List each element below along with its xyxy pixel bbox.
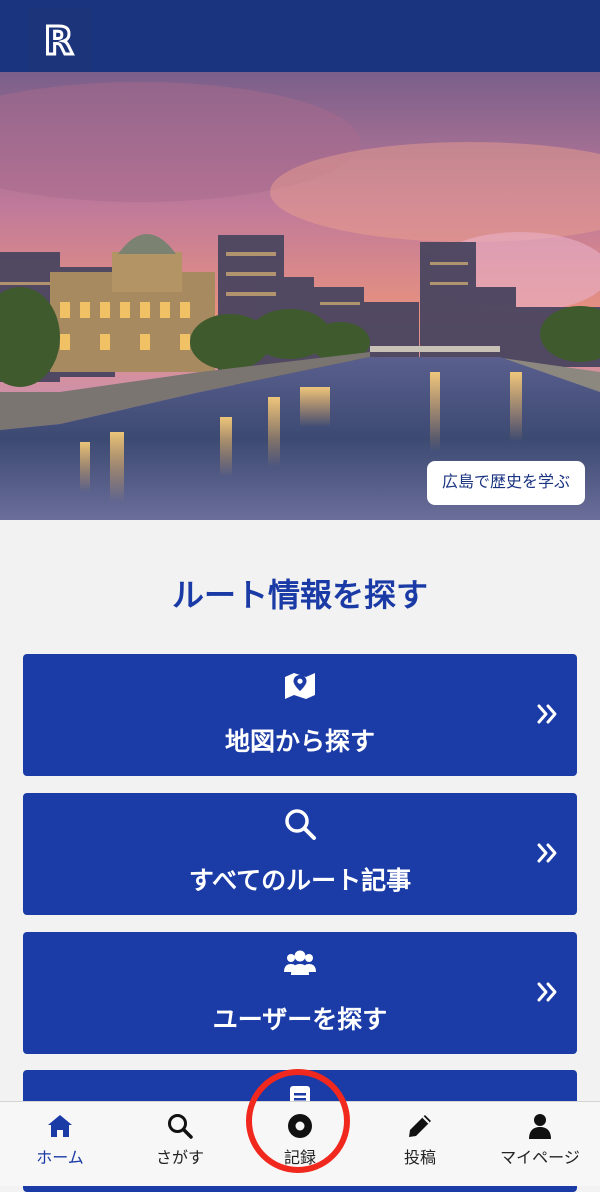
nav-item-record[interactable]: 記録 (240, 1102, 360, 1186)
card-all-routes[interactable]: すべてのルート記事 (23, 793, 577, 915)
card-label: すべてのルート記事 (188, 866, 412, 895)
nav-label: ホーム (36, 1148, 84, 1167)
card-label: ユーザーを探す (212, 1005, 388, 1034)
nav-item-mypage[interactable]: マイページ (480, 1102, 600, 1186)
nav-item-search[interactable]: さがす (120, 1102, 240, 1186)
bottom-navigation: ホーム さがす 記録 投稿 マイページ (0, 1101, 600, 1186)
nav-label: 投稿 (403, 1148, 436, 1167)
users-icon (23, 946, 577, 980)
card-map-search[interactable]: 地図から探す (23, 654, 577, 776)
map-icon (23, 668, 577, 702)
hero-tag-button[interactable]: 広島で歴史を学ぶ (426, 461, 585, 505)
svg-text:R: R (44, 20, 73, 60)
user-icon (480, 1112, 600, 1140)
search-icon (120, 1112, 240, 1140)
section-title: ルート情報を探す (171, 576, 428, 614)
hero-image (0, 72, 600, 520)
nav-label: さがす (155, 1148, 204, 1167)
hero-banner[interactable]: 広島で歴史を学ぶ (0, 72, 600, 520)
logo-mark: R (43, 20, 75, 60)
nav-label: マイページ (500, 1148, 580, 1167)
double-chevron-right-icon (535, 980, 559, 1004)
double-chevron-right-icon (535, 841, 559, 865)
nav-item-post[interactable]: 投稿 (360, 1102, 480, 1186)
nav-label: 記録 (283, 1148, 316, 1167)
home-icon (0, 1112, 120, 1140)
card-label: 地図から探す (224, 727, 375, 756)
top-app-bar: R (0, 0, 600, 73)
record-icon (240, 1112, 360, 1140)
card-user-search[interactable]: ユーザーを探す (23, 932, 577, 1054)
pencil-icon (360, 1112, 480, 1140)
double-chevron-right-icon (535, 702, 559, 726)
search-icon (23, 807, 577, 841)
app-logo[interactable]: R (28, 8, 92, 72)
nav-item-home[interactable]: ホーム (0, 1102, 120, 1186)
